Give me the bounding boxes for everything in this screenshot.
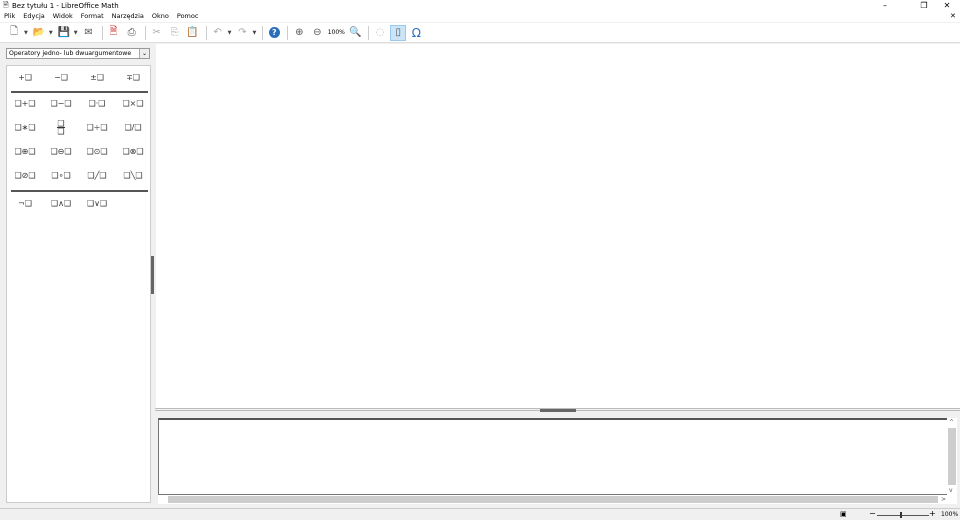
- element-button[interactable]: ❑∗❑: [7, 118, 43, 138]
- zoom-out-icon[interactable]: ⊖: [309, 25, 325, 41]
- element-button[interactable]: ❑/❑: [115, 118, 151, 138]
- elements-row: +❑ −❑ ±❑ ∓❑: [7, 68, 152, 88]
- scroll-down-icon[interactable]: v: [949, 487, 953, 494]
- splitter-grip[interactable]: [540, 409, 576, 412]
- status-bar: ▣ − + 100%: [0, 508, 960, 520]
- zoom-out-status-button[interactable]: −: [869, 509, 876, 518]
- element-button[interactable]: ❑╲❑: [115, 166, 151, 186]
- standard-toolbar: 🗋 ▼ 📂 ▼ 💾 ▼ ✉ 🗎 ⎙ ✂ ⎘ 📋 ↶ ▼ ↷ ▼ ? ⊕ ⊖ 100% 🔍 …: [0, 23, 960, 43]
- separator: [262, 25, 264, 40]
- element-button[interactable]: ¬❑: [7, 194, 43, 214]
- window-title: Bez tytułu 1 - LibreOffice Math: [12, 2, 119, 10]
- elements-grid: +❑ −❑ ±❑ ∓❑ ❑+❑ ❑−❑ ❑·❑ ❑×❑ ❑∗❑ ❑ ❑ ❑÷❑ ❑/❑ ❑⊕❑ ❑⊖❑ ❑⊙❑…: [6, 65, 151, 503]
- chevron-down-icon[interactable]: ⌄: [139, 49, 149, 58]
- scroll-right-icon[interactable]: >: [941, 496, 946, 503]
- menu-okno[interactable]: Okno: [152, 11, 169, 22]
- restore-button[interactable]: ❐: [913, 0, 935, 11]
- print-icon[interactable]: ⎙: [124, 25, 140, 41]
- menu-bar: Plik Edycja Widok Format Narzędzia Okno …: [0, 11, 960, 22]
- scroll-thumb[interactable]: [948, 428, 956, 485]
- element-button[interactable]: ❑╱❑: [79, 166, 115, 186]
- menu-widok[interactable]: Widok: [53, 11, 73, 22]
- open-dropdown-icon[interactable]: ▼: [49, 30, 53, 36]
- undo-dropdown-icon[interactable]: ▼: [228, 30, 232, 36]
- save-dropdown-icon[interactable]: ▼: [74, 30, 78, 36]
- elements-row: ❑⊘❑ ❑∘❑ ❑╱❑ ❑╲❑: [7, 166, 152, 186]
- zoom-100-button[interactable]: 100%: [327, 25, 345, 41]
- close-document-button[interactable]: ✕: [950, 11, 956, 22]
- element-button[interactable]: ❑⊘❑: [7, 166, 43, 186]
- paste-icon[interactable]: 📋: [185, 25, 201, 41]
- new-dropdown-icon[interactable]: ▼: [24, 30, 28, 36]
- element-button[interactable]: ❑∘❑: [43, 166, 79, 186]
- panel-splitter[interactable]: [151, 256, 154, 294]
- email-icon[interactable]: ✉: [81, 25, 97, 41]
- save-icon[interactable]: 💾: [56, 25, 72, 41]
- element-button[interactable]: ❑⊕❑: [7, 142, 43, 162]
- formula-preview[interactable]: [156, 44, 960, 408]
- help-icon[interactable]: ?: [266, 25, 282, 41]
- element-button[interactable]: ❑ ❑: [43, 118, 79, 138]
- minimize-button[interactable]: –: [874, 0, 896, 11]
- new-document-icon[interactable]: 🗋: [6, 25, 22, 41]
- document-modified-icon: ▣: [840, 510, 847, 518]
- close-button[interactable]: ✕: [936, 0, 958, 11]
- menu-narzedzia[interactable]: Narzędzia: [112, 11, 144, 22]
- element-button[interactable]: ±❑: [79, 68, 115, 88]
- export-pdf-icon[interactable]: 🗎: [106, 25, 122, 41]
- separator: [205, 25, 207, 40]
- open-folder-icon[interactable]: 📂: [31, 25, 47, 41]
- zoom-in-icon[interactable]: ⊕: [291, 25, 307, 41]
- formula-editor[interactable]: [158, 418, 948, 495]
- elements-row: ❑+❑ ❑−❑ ❑·❑ ❑×❑: [7, 94, 152, 114]
- separator: [368, 25, 370, 40]
- element-button[interactable]: ❑÷❑: [79, 118, 115, 138]
- undo-icon[interactable]: ↶: [210, 25, 226, 41]
- elements-row: ❑⊕❑ ❑⊖❑ ❑⊙❑ ❑⊗❑: [7, 142, 152, 162]
- element-button[interactable]: ❑⊙❑: [79, 142, 115, 162]
- element-button[interactable]: ❑⊖❑: [43, 142, 79, 162]
- menu-format[interactable]: Format: [81, 11, 104, 22]
- element-button[interactable]: +❑: [7, 68, 43, 88]
- element-button[interactable]: ❑−❑: [43, 94, 79, 114]
- element-button[interactable]: ❑·❑: [79, 94, 115, 114]
- zoom-slider-handle[interactable]: [900, 512, 902, 518]
- separator: [101, 25, 103, 40]
- menu-edycja[interactable]: Edycja: [23, 11, 44, 22]
- separator: [144, 25, 146, 40]
- menu-plik[interactable]: Plik: [4, 11, 15, 22]
- group-divider: [11, 190, 148, 192]
- element-button[interactable]: ❑+❑: [7, 94, 43, 114]
- elements-panel: Operatory jedno- lub dwuargumentowe ⌄ +❑ −…: [3, 46, 151, 504]
- elements-row: ¬❑ ❑∧❑ ❑∨❑: [7, 194, 152, 214]
- element-button[interactable]: ❑⊗❑: [115, 142, 151, 162]
- show-all-icon[interactable]: 🔍: [347, 25, 363, 41]
- menu-pomoc[interactable]: Pomoc: [177, 11, 199, 22]
- category-value: Operatory jedno- lub dwuargumentowe: [9, 50, 132, 57]
- zoom-level[interactable]: 100%: [941, 511, 958, 518]
- category-select[interactable]: Operatory jedno- lub dwuargumentowe ⌄: [6, 48, 150, 59]
- symbols-omega-icon[interactable]: Ω: [408, 25, 424, 41]
- group-divider: [11, 91, 148, 93]
- element-button[interactable]: ❑∧❑: [43, 194, 79, 214]
- element-button[interactable]: ❑∨❑: [79, 194, 115, 214]
- elements-panel-toggle-icon[interactable]: ▯: [390, 24, 407, 41]
- update-icon[interactable]: ◌: [372, 25, 388, 41]
- element-button[interactable]: ❑×❑: [115, 94, 151, 114]
- copy-icon[interactable]: ⎘: [167, 25, 183, 41]
- element-button[interactable]: −❑: [43, 68, 79, 88]
- horizontal-scrollbar[interactable]: >: [158, 495, 957, 504]
- redo-dropdown-icon[interactable]: ▼: [252, 30, 256, 36]
- elements-row: ❑∗❑ ❑ ❑ ❑÷❑ ❑/❑: [7, 118, 152, 138]
- zoom-in-status-button[interactable]: +: [929, 509, 936, 518]
- element-button[interactable]: ∓❑: [115, 68, 151, 88]
- scroll-up-icon[interactable]: ^: [949, 419, 954, 426]
- cut-icon[interactable]: ✂: [149, 25, 165, 41]
- scroll-thumb[interactable]: [168, 496, 938, 503]
- redo-icon[interactable]: ↷: [234, 25, 250, 41]
- vertical-scrollbar[interactable]: ^ v: [947, 418, 957, 495]
- zoom-slider[interactable]: [877, 515, 929, 516]
- title-bar: 🗎 Bez tytułu 1 - LibreOffice Math – ❐ ✕: [0, 0, 960, 11]
- separator: [287, 25, 289, 40]
